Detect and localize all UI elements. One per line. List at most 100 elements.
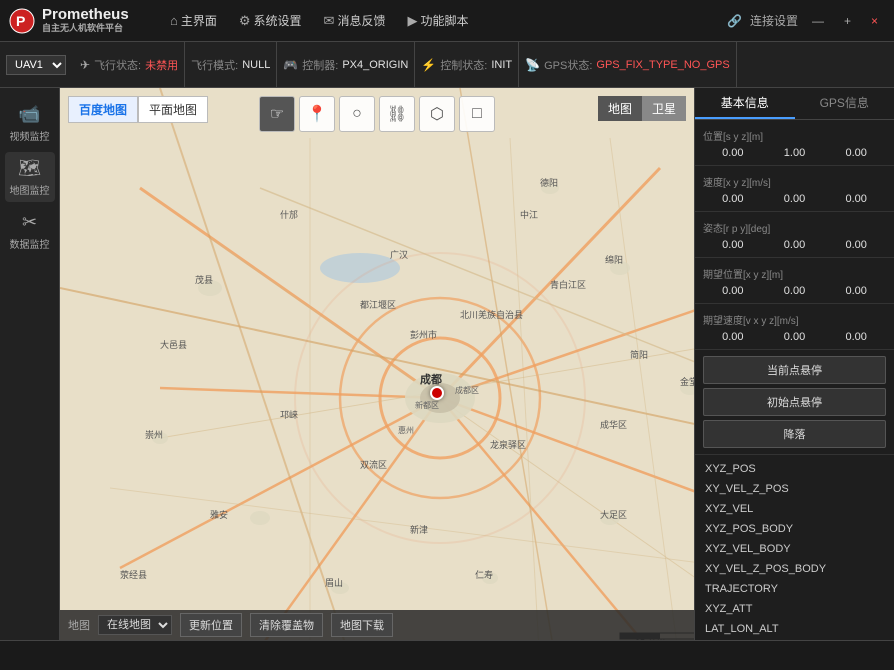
map-container[interactable]: 25 公里 成都 茂县 绵阳 金堂区 大足区 崇州 德阳 眉山 仁寿 雅安 荥经…	[60, 88, 694, 640]
list-item-xyz-pos[interactable]: XYZ_POS	[695, 459, 894, 479]
map-source-select[interactable]: 在线地图	[98, 615, 172, 635]
svg-text:龙泉驿区: 龙泉驿区	[490, 439, 526, 450]
velocity-values: 0.00 0.00 0.00	[703, 191, 886, 207]
current-hover-button[interactable]: 当前点悬停	[703, 356, 886, 384]
nav-settings[interactable]: ⚙ 系统设置	[229, 6, 312, 35]
controller-icon: 🎮	[283, 58, 298, 72]
dvel-x: 0.00	[703, 331, 763, 343]
tab-basic-info[interactable]: 基本信息	[695, 88, 795, 119]
list-item-xyz-vel-body[interactable]: XYZ_VEL_BODY	[695, 539, 894, 559]
maximize-button[interactable]: +	[838, 12, 857, 30]
map-type-map[interactable]: 地图	[598, 96, 642, 121]
close-button[interactable]: ×	[865, 12, 884, 30]
svg-text:广汉: 广汉	[390, 249, 408, 260]
svg-text:绵阳: 绵阳	[605, 254, 623, 265]
svg-text:崇州: 崇州	[145, 430, 163, 440]
map-icon: 🗺	[18, 158, 41, 179]
flight-status-label: 飞行状态:	[94, 57, 141, 73]
desired-vel-title: 期望速度[v x y z][m/s]	[703, 308, 886, 329]
nav-feedback[interactable]: ✉ 消息反馈	[314, 6, 396, 35]
sidebar-item-data[interactable]: ✂ 数据监控	[5, 206, 55, 256]
map-tab-baidu[interactable]: 百度地图	[68, 96, 138, 123]
controller-value: PX4_ORIGIN	[342, 59, 408, 71]
gps-icon: 📡	[525, 58, 540, 72]
origin-hover-button[interactable]: 初始点悬停	[703, 388, 886, 416]
bottom-statusbar	[0, 640, 894, 670]
flight-mode-label: 飞行模式:	[191, 57, 238, 73]
connect-settings-label[interactable]: 连接设置	[750, 12, 798, 29]
scripts-icon: ▶	[407, 13, 417, 29]
sidebar-item-map[interactable]: 🗺 地图监控	[5, 152, 55, 202]
controller-group: 🎮 控制器: PX4_ORIGIN	[277, 42, 415, 87]
dpos-x: 0.00	[703, 285, 763, 297]
minimize-button[interactable]: —	[806, 12, 830, 30]
controller-label: 控制器:	[302, 57, 338, 73]
sidebar-item-video[interactable]: 📹 视频监控	[5, 98, 55, 148]
list-item-trajectory[interactable]: TRAJECTORY	[695, 579, 894, 599]
desired-pos-title: 期望位置[x y z][m]	[703, 262, 886, 283]
sidebar-data-label: 数据监控	[10, 236, 50, 251]
position-values: 0.00 1.00 0.00	[703, 145, 886, 161]
topbar: P Prometheus 自主无人机软件平台 ⌂ 主界面 ⚙ 系统设置 ✉ 消息…	[0, 0, 894, 42]
dvel-z: 0.00	[826, 331, 886, 343]
right-panel-tabs: 基本信息 GPS信息	[695, 88, 894, 120]
tool-route[interactable]: ⛓	[379, 96, 415, 132]
tool-polygon[interactable]: ⬡	[419, 96, 455, 132]
att-p: 0.00	[765, 239, 825, 251]
list-item-lat-lon-alt[interactable]: LAT_LON_ALT	[695, 619, 894, 639]
tab-gps-info[interactable]: GPS信息	[795, 88, 894, 119]
svg-text:北川羌族自治县: 北川羌族自治县	[460, 309, 523, 320]
flight-icon: ✈	[80, 58, 90, 72]
list-item-xyz-att[interactable]: XYZ_ATT	[695, 599, 894, 619]
download-map-button[interactable]: 地图下载	[331, 613, 393, 637]
sidebar-video-label: 视频监控	[10, 128, 50, 143]
tool-circle[interactable]: ○	[339, 96, 375, 132]
statusbar: UAV1 ✈ 飞行状态: 未禁用 飞行模式: NULL 🎮 控制器: PX4_O…	[0, 42, 894, 88]
svg-text:双流区: 双流区	[360, 459, 387, 470]
svg-text:成华区: 成华区	[600, 419, 627, 430]
tool-rect[interactable]: □	[459, 96, 495, 132]
data-icon: ✂	[22, 212, 37, 233]
action-buttons: 当前点悬停 初始点悬停 降落	[695, 350, 894, 455]
svg-text:彭州市: 彭州市	[410, 329, 437, 340]
right-panel: 基本信息 GPS信息 位置[s y z][m] 0.00 1.00 0.00 速…	[694, 88, 894, 640]
clear-overlay-button[interactable]: 清除覆盖物	[250, 613, 323, 637]
pos-x: 0.00	[703, 147, 763, 159]
velocity-section: 速度[x y z][m/s] 0.00 0.00 0.00	[695, 166, 894, 212]
tool-pin[interactable]: 📍	[299, 96, 335, 132]
pos-z: 0.00	[826, 147, 886, 159]
svg-text:青白江区: 青白江区	[550, 279, 586, 290]
map-tab-flat[interactable]: 平面地图	[138, 96, 208, 123]
list-item-xyz-vel[interactable]: XYZ_VEL	[695, 499, 894, 519]
svg-text:新津: 新津	[410, 524, 428, 535]
uav-selector[interactable]: UAV1	[6, 55, 66, 75]
logo-icon: P	[8, 7, 36, 35]
update-position-button[interactable]: 更新位置	[180, 613, 242, 637]
video-icon: 📹	[18, 104, 40, 125]
control-status-label: 控制状态:	[440, 57, 487, 73]
map-type-satellite[interactable]: 卫星	[642, 96, 686, 121]
marker-dot	[430, 386, 444, 400]
settings-icon: ⚙	[239, 13, 251, 29]
svg-text:大足区: 大足区	[600, 509, 627, 520]
control-icon: ⚡	[421, 58, 436, 72]
att-r: 0.00	[703, 239, 763, 251]
dvel-y: 0.00	[765, 331, 825, 343]
flight-mode-value: NULL	[242, 59, 270, 71]
tool-cursor[interactable]: ☞	[259, 96, 295, 132]
svg-text:成都: 成都	[420, 372, 442, 386]
nav-scripts[interactable]: ▶ 功能脚本	[397, 6, 478, 35]
svg-text:什邡: 什邡	[280, 209, 298, 220]
vel-y: 0.00	[765, 193, 825, 205]
data-list: XYZ_POS XY_VEL_Z_POS XYZ_VEL XYZ_POS_BOD…	[695, 455, 894, 640]
nav-home[interactable]: ⌂ 主界面	[160, 6, 227, 35]
map-tabs: 百度地图 平面地图	[68, 96, 208, 123]
vel-x: 0.00	[703, 193, 763, 205]
svg-text:邛崃: 邛崃	[280, 409, 298, 420]
list-item-xy-vel-z-pos[interactable]: XY_VEL_Z_POS	[695, 479, 894, 499]
list-item-xy-vel-z-pos-body[interactable]: XY_VEL_Z_POS_BODY	[695, 559, 894, 579]
svg-text:简阳: 简阳	[630, 349, 648, 360]
nav: ⌂ 主界面 ⚙ 系统设置 ✉ 消息反馈 ▶ 功能脚本	[160, 6, 727, 35]
land-button[interactable]: 降落	[703, 420, 886, 448]
list-item-xyz-pos-body[interactable]: XYZ_POS_BODY	[695, 519, 894, 539]
